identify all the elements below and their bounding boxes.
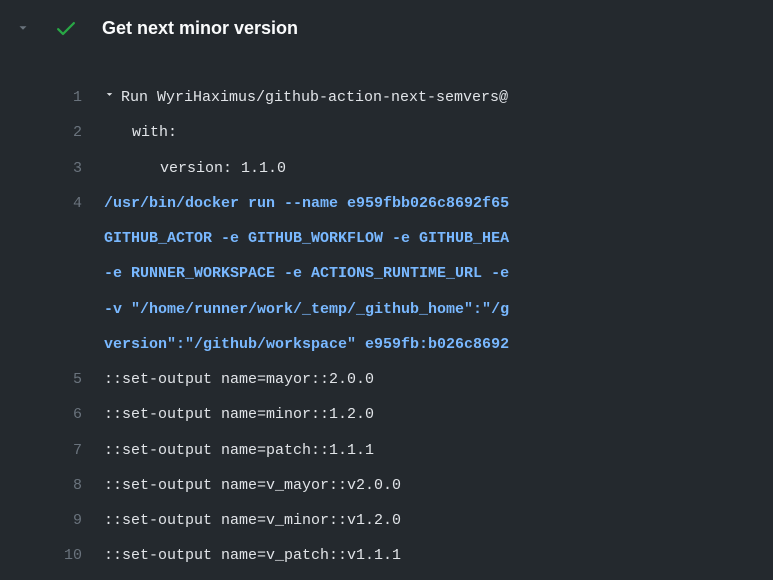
line-content: with: — [104, 115, 773, 150]
line-number: 4 — [0, 186, 104, 221]
log-line: -e RUNNER_WORKSPACE -e ACTIONS_RUNTIME_U… — [0, 256, 773, 291]
line-content: ::set-output name=minor::1.2.0 — [104, 397, 773, 432]
line-content: version: 1.1.0 — [104, 151, 773, 186]
line-number: 1 — [0, 80, 104, 115]
line-content: Run WyriHaximus/github-action-next-semve… — [104, 80, 773, 115]
line-number: 6 — [0, 397, 104, 432]
line-number: 8 — [0, 468, 104, 503]
line-number: 3 — [0, 151, 104, 186]
line-content: version":"/github/workspace" e959fb:b026… — [104, 327, 773, 362]
line-content: -e RUNNER_WORKSPACE -e ACTIONS_RUNTIME_U… — [104, 256, 773, 291]
line-number — [0, 256, 104, 291]
line-content: ::set-output name=v_minor::v1.2.0 — [104, 503, 773, 538]
log-line: 7::set-output name=patch::1.1.1 — [0, 433, 773, 468]
line-number: 2 — [0, 115, 104, 150]
line-number — [0, 327, 104, 362]
log-line: 1Run WyriHaximus/github-action-next-semv… — [0, 80, 773, 115]
log-line: 2with: — [0, 115, 773, 150]
log-output: 1Run WyriHaximus/github-action-next-semv… — [0, 48, 773, 574]
step-header[interactable]: Get next minor version — [0, 0, 773, 48]
line-content: ::set-output name=mayor::2.0.0 — [104, 362, 773, 397]
log-line: version":"/github/workspace" e959fb:b026… — [0, 327, 773, 362]
chevron-down-icon[interactable] — [104, 83, 115, 111]
line-number — [0, 221, 104, 256]
log-line: -v "/home/runner/work/_temp/_github_home… — [0, 292, 773, 327]
line-content: ::set-output name=v_mayor::v2.0.0 — [104, 468, 773, 503]
log-line: 9::set-output name=v_minor::v1.2.0 — [0, 503, 773, 538]
check-icon — [54, 16, 78, 40]
log-line: 8::set-output name=v_mayor::v2.0.0 — [0, 468, 773, 503]
line-content: -v "/home/runner/work/_temp/_github_home… — [104, 292, 773, 327]
line-content: /usr/bin/docker run --name e959fbb026c86… — [104, 186, 773, 221]
line-number: 7 — [0, 433, 104, 468]
line-content: ::set-output name=patch::1.1.1 — [104, 433, 773, 468]
line-content: GITHUB_ACTOR -e GITHUB_WORKFLOW -e GITHU… — [104, 221, 773, 256]
line-number: 10 — [0, 538, 104, 573]
chevron-down-icon — [16, 21, 30, 35]
log-line: GITHUB_ACTOR -e GITHUB_WORKFLOW -e GITHU… — [0, 221, 773, 256]
log-line: 3version: 1.1.0 — [0, 151, 773, 186]
log-line: 10::set-output name=v_patch::v1.1.1 — [0, 538, 773, 573]
step-title: Get next minor version — [102, 18, 298, 39]
log-line: 6::set-output name=minor::1.2.0 — [0, 397, 773, 432]
line-content: ::set-output name=v_patch::v1.1.1 — [104, 538, 773, 573]
log-line: 5::set-output name=mayor::2.0.0 — [0, 362, 773, 397]
line-number: 9 — [0, 503, 104, 538]
log-line: 4/usr/bin/docker run --name e959fbb026c8… — [0, 186, 773, 221]
line-number: 5 — [0, 362, 104, 397]
line-number — [0, 292, 104, 327]
